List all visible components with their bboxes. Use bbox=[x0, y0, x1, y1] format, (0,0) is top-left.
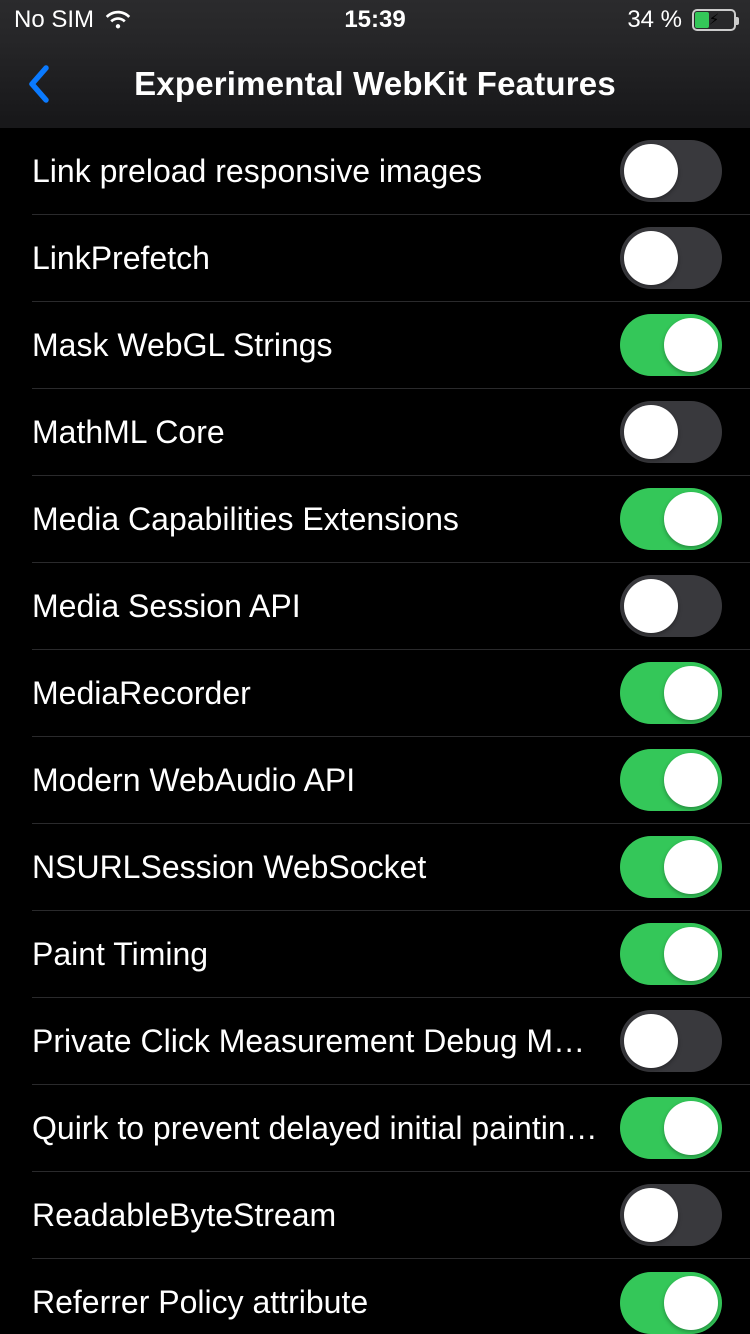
toggle-knob bbox=[664, 927, 718, 981]
back-button[interactable] bbox=[18, 64, 58, 104]
toggle-switch[interactable] bbox=[620, 140, 722, 202]
toggle-knob bbox=[664, 840, 718, 894]
nav-header: Experimental WebKit Features bbox=[0, 40, 750, 128]
settings-row-label: NSURLSession WebSocket bbox=[32, 849, 620, 886]
settings-row: Private Click Measurement Debug Mode bbox=[32, 998, 750, 1085]
carrier-text: No SIM bbox=[14, 6, 94, 34]
toggle-knob bbox=[624, 231, 678, 285]
toggle-knob bbox=[664, 753, 718, 807]
toggle-switch[interactable] bbox=[620, 662, 722, 724]
toggle-switch[interactable] bbox=[620, 1272, 722, 1334]
settings-row: Mask WebGL Strings bbox=[32, 302, 750, 389]
toggle-switch[interactable] bbox=[620, 314, 722, 376]
toggle-switch[interactable] bbox=[620, 488, 722, 550]
toggle-switch[interactable] bbox=[620, 227, 722, 289]
toggle-knob bbox=[624, 1188, 678, 1242]
toggle-knob bbox=[664, 1101, 718, 1155]
page-title: Experimental WebKit Features bbox=[0, 65, 750, 103]
toggle-knob bbox=[664, 492, 718, 546]
toggle-switch[interactable] bbox=[620, 575, 722, 637]
settings-row-label: Private Click Measurement Debug Mode bbox=[32, 1023, 620, 1060]
settings-row-label: Paint Timing bbox=[32, 936, 620, 973]
toggle-knob bbox=[664, 1276, 718, 1330]
settings-row-label: Link preload responsive images bbox=[32, 153, 620, 190]
settings-row-label: Referrer Policy attribute bbox=[32, 1284, 620, 1321]
settings-row: Quirk to prevent delayed initial paintin… bbox=[32, 1085, 750, 1172]
settings-row: LinkPrefetch bbox=[32, 215, 750, 302]
toggle-switch[interactable] bbox=[620, 1184, 722, 1246]
toggle-switch[interactable] bbox=[620, 836, 722, 898]
settings-row: ReadableByteStream bbox=[32, 1172, 750, 1259]
wifi-icon bbox=[104, 9, 132, 31]
settings-row-label: ReadableByteStream bbox=[32, 1197, 620, 1234]
battery-percent: 34 % bbox=[627, 6, 682, 34]
settings-row-label: Quirk to prevent delayed initial paintin… bbox=[32, 1110, 620, 1147]
battery-icon: ⚡︎ bbox=[688, 9, 736, 31]
settings-row-label: Media Session API bbox=[32, 588, 620, 625]
toggle-switch[interactable] bbox=[620, 749, 722, 811]
toggle-switch[interactable] bbox=[620, 1097, 722, 1159]
settings-row: Media Capabilities Extensions bbox=[32, 476, 750, 563]
settings-row: Media Session API bbox=[32, 563, 750, 650]
toggle-knob bbox=[624, 144, 678, 198]
toggle-knob bbox=[664, 318, 718, 372]
settings-row-label: LinkPrefetch bbox=[32, 240, 620, 277]
settings-row: Modern WebAudio API bbox=[32, 737, 750, 824]
toggle-knob bbox=[624, 405, 678, 459]
toggle-knob bbox=[624, 579, 678, 633]
toggle-switch[interactable] bbox=[620, 1010, 722, 1072]
settings-row-label: Modern WebAudio API bbox=[32, 762, 620, 799]
toggle-switch[interactable] bbox=[620, 923, 722, 985]
settings-row: NSURLSession WebSocket bbox=[32, 824, 750, 911]
toggle-knob bbox=[664, 666, 718, 720]
settings-row-label: Media Capabilities Extensions bbox=[32, 501, 620, 538]
settings-row: MediaRecorder bbox=[32, 650, 750, 737]
status-bar: No SIM 15:39 34 % ⚡︎ bbox=[0, 0, 750, 40]
settings-row: Paint Timing bbox=[32, 911, 750, 998]
toggle-switch[interactable] bbox=[620, 401, 722, 463]
settings-row: Link preload responsive images bbox=[32, 128, 750, 215]
settings-row: MathML Core bbox=[32, 389, 750, 476]
status-time: 15:39 bbox=[344, 6, 405, 34]
settings-row-label: MediaRecorder bbox=[32, 675, 620, 712]
settings-row-label: Mask WebGL Strings bbox=[32, 327, 620, 364]
settings-row-label: MathML Core bbox=[32, 414, 620, 451]
settings-row: Referrer Policy attribute bbox=[32, 1259, 750, 1334]
settings-list: Link preload responsive images LinkPrefet… bbox=[0, 128, 750, 1334]
toggle-knob bbox=[624, 1014, 678, 1068]
